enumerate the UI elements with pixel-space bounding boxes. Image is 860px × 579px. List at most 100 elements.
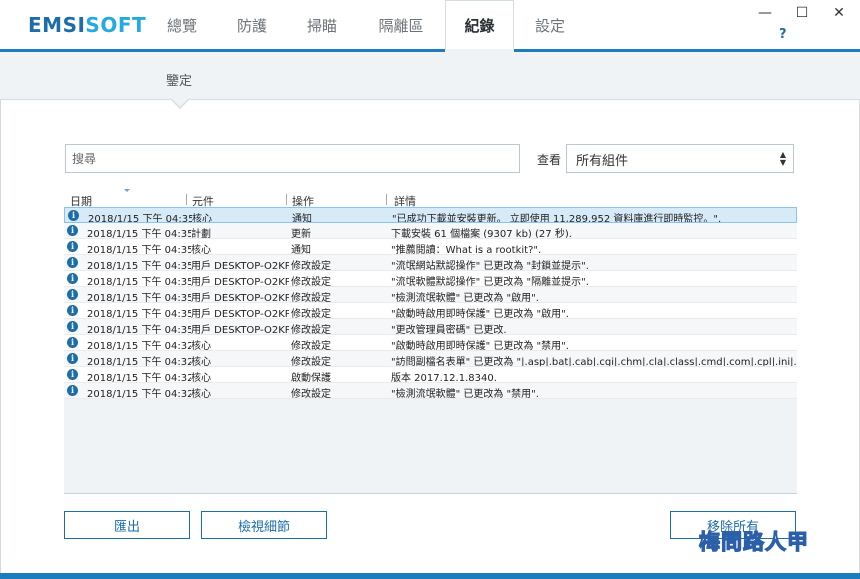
component-filter-select[interactable]: 所有組件 ▲ ▼ (566, 144, 794, 173)
cell-operation: 修改設定 (291, 357, 331, 367)
filter-label: 查看 (537, 153, 562, 167)
cell-operation: 通知 (292, 214, 312, 223)
tab-quarantine[interactable]: 隔離區 (365, 0, 437, 50)
table-row[interactable]: i 2018/1/15 下午 04:35:0 用戶 DESKTOP-O2KPJ0… (64, 319, 797, 335)
tab-protection[interactable]: 防護 (222, 0, 282, 50)
info-icon: i (67, 353, 78, 364)
cell-date: 2018/1/15 下午 04:32:2 (87, 341, 191, 351)
cell-operation: 修改設定 (291, 277, 331, 287)
maximize-button[interactable]: ☐ (792, 3, 812, 23)
subnav-bar: 鑒定 (0, 52, 860, 100)
watermark-logo: 梅問路人甲 (698, 529, 809, 554)
table-row[interactable]: i 2018/1/15 下午 04:35:0 用戶 DESKTOP-O2KPJ0… (64, 303, 797, 319)
cell-operation: 通知 (291, 245, 311, 255)
cell-date: 2018/1/15 下午 04:35:0 (87, 245, 191, 255)
cell-component: 用戶 DESKTOP-O2KPJ0 (191, 261, 289, 271)
tab-scan[interactable]: 掃瞄 (292, 0, 352, 50)
export-button[interactable]: 匯出 (64, 511, 190, 539)
cell-component: 核心 (191, 373, 211, 383)
subtab-pointer (172, 99, 188, 107)
tab-settings[interactable]: 設定 (520, 0, 580, 50)
cell-operation: 修改設定 (291, 309, 331, 319)
table-row[interactable]: i 2018/1/15 下午 04:35:0 用戶 DESKTOP-O2KPJ0… (64, 271, 797, 287)
cell-date: 2018/1/15 下午 04:32:0 (87, 373, 191, 383)
log-table: 日期 元件 操作 詳情 i 2018/1/15 下午 04:35:4 核心 通知… (64, 189, 797, 494)
info-icon: i (67, 241, 78, 252)
info-icon: i (67, 337, 78, 348)
table-row[interactable]: i 2018/1/15 下午 04:35:0 核心 通知 "推薦閱讀：What … (64, 239, 797, 255)
cell-date: 2018/1/15 下午 04:35:0 (87, 277, 191, 287)
info-icon: i (67, 321, 78, 332)
cell-operation: 修改設定 (291, 389, 331, 399)
cell-details: "啟動時啟用即時保護" 已更改為 "啟用". (391, 309, 569, 319)
table-row[interactable]: i 2018/1/15 下午 04:35:0 用戶 DESKTOP-O2KPJ0… (64, 255, 797, 271)
column-separator[interactable] (386, 194, 387, 205)
cell-date: 2018/1/15 下午 04:35:4 (88, 214, 192, 223)
info-icon: i (67, 225, 78, 236)
cell-component: 用戶 DESKTOP-O2KPJ0 (191, 293, 289, 303)
table-row[interactable]: i 2018/1/15 下午 04:32:2 核心 修改設定 "啟動時啟用即時保… (64, 335, 797, 351)
cell-details: "啟動時啟用即時保護" 已更改為 "禁用". (391, 341, 569, 351)
cell-details: "流氓軟體默認操作" 已更改為 "隔離並提示". (391, 277, 589, 287)
table-row[interactable]: i 2018/1/15 下午 04:35:0 用戶 DESKTOP-O2KPJ0… (64, 287, 797, 303)
cell-details: "訪問副檔名表單" 已更改為 "|.asp|.bat|.cab|.cgi|.ch… (391, 357, 797, 367)
info-icon: i (67, 369, 78, 380)
cell-details: "流氓網站默認操作" 已更改為 "封鎖並提示". (391, 261, 589, 271)
table-row[interactable]: i 2018/1/15 下午 04:32:2 核心 修改設定 "訪問副檔名表單"… (64, 351, 797, 367)
table-row[interactable]: i 2018/1/15 下午 04:35:3 計劃 更新 下載安裝 61 個檔案… (64, 223, 797, 239)
cell-date: 2018/1/15 下午 04:32:2 (87, 357, 191, 367)
cell-details: "檢測流氓軟體" 已更改為 "禁用". (391, 389, 539, 399)
help-button[interactable]: ? (779, 27, 787, 42)
info-icon: i (67, 305, 78, 316)
select-arrows-icon: ▲ ▼ (779, 150, 786, 167)
table-row[interactable]: i 2018/1/15 下午 04:35:4 核心 通知 "已成功下載並安裝更新… (64, 207, 797, 223)
cell-operation: 更新 (291, 229, 311, 239)
cell-date: 2018/1/15 下午 04:35:0 (87, 325, 191, 335)
subtab-detections[interactable]: 鑒定 (166, 70, 192, 89)
cell-details: "檢測流氓軟體" 已更改為 "啟用". (391, 293, 539, 303)
cell-details: 版本 2017.12.1.8340. (391, 373, 497, 383)
cell-date: 2018/1/15 下午 04:35:0 (87, 261, 191, 271)
table-body: i 2018/1/15 下午 04:35:4 核心 通知 "已成功下載並安裝更新… (64, 207, 797, 399)
cell-operation: 修改設定 (291, 293, 331, 303)
cell-component: 核心 (191, 245, 211, 255)
top-navigation-bar: EMSISOFT 總覽 防護 掃瞄 隔離區 紀錄 設定 — ☐ ✕ ? (0, 0, 860, 50)
watermark-text: 梅問路人甲 (699, 530, 809, 554)
cell-date: 2018/1/15 下午 04:32:0 (87, 389, 191, 399)
search-input[interactable] (65, 144, 520, 173)
table-row[interactable]: i 2018/1/15 下午 04:32:0 核心 啟動保護 版本 2017.1… (64, 367, 797, 383)
cell-operation: 修改設定 (291, 341, 331, 351)
cell-details: "更改管理員密碼" 已更改. (391, 325, 507, 335)
close-button[interactable]: ✕ (829, 3, 849, 23)
info-icon: i (67, 289, 78, 300)
cell-details: "已成功下載並安裝更新。 立即使用 11,289,952 資料庫進行即時監控。"… (392, 214, 722, 223)
cell-component: 用戶 DESKTOP-O2KPJ0 (191, 309, 289, 319)
cell-date: 2018/1/15 下午 04:35:0 (87, 293, 191, 303)
table-header: 日期 元件 操作 詳情 (64, 189, 797, 208)
bottom-accent-bar (0, 573, 860, 579)
cell-component: 核心 (191, 341, 211, 351)
emsisoft-logo: EMSISOFT (28, 13, 147, 37)
cell-operation: 啟動保護 (291, 373, 331, 383)
column-separator[interactable] (186, 194, 187, 205)
cell-date: 2018/1/15 下午 04:35:0 (87, 309, 191, 319)
cell-date: 2018/1/15 下午 04:35:3 (87, 229, 191, 239)
tab-logs[interactable]: 紀錄 (445, 0, 514, 50)
minimize-button[interactable]: — (755, 3, 775, 23)
cell-details: "推薦閱讀：What is a rootkit?". (391, 245, 542, 255)
view-details-button[interactable]: 檢視細節 (201, 511, 327, 539)
cell-component: 用戶 DESKTOP-O2KPJ0 (191, 277, 289, 287)
cell-component: 核心 (191, 389, 211, 399)
table-row[interactable]: i 2018/1/15 下午 04:32:0 核心 修改設定 "檢測流氓軟體" … (64, 383, 797, 399)
info-icon: i (67, 273, 78, 284)
info-icon: i (67, 385, 78, 396)
cell-component: 核心 (191, 357, 211, 367)
sort-descending-icon (124, 189, 130, 192)
component-filter-value: 所有組件 (576, 154, 629, 169)
column-separator[interactable] (286, 194, 287, 205)
tab-overview[interactable]: 總覽 (152, 0, 212, 50)
cell-component: 核心 (192, 214, 212, 223)
info-icon: i (68, 210, 79, 221)
cell-operation: 修改設定 (291, 261, 331, 271)
cell-component: 用戶 DESKTOP-O2KPJ0 (191, 325, 289, 335)
